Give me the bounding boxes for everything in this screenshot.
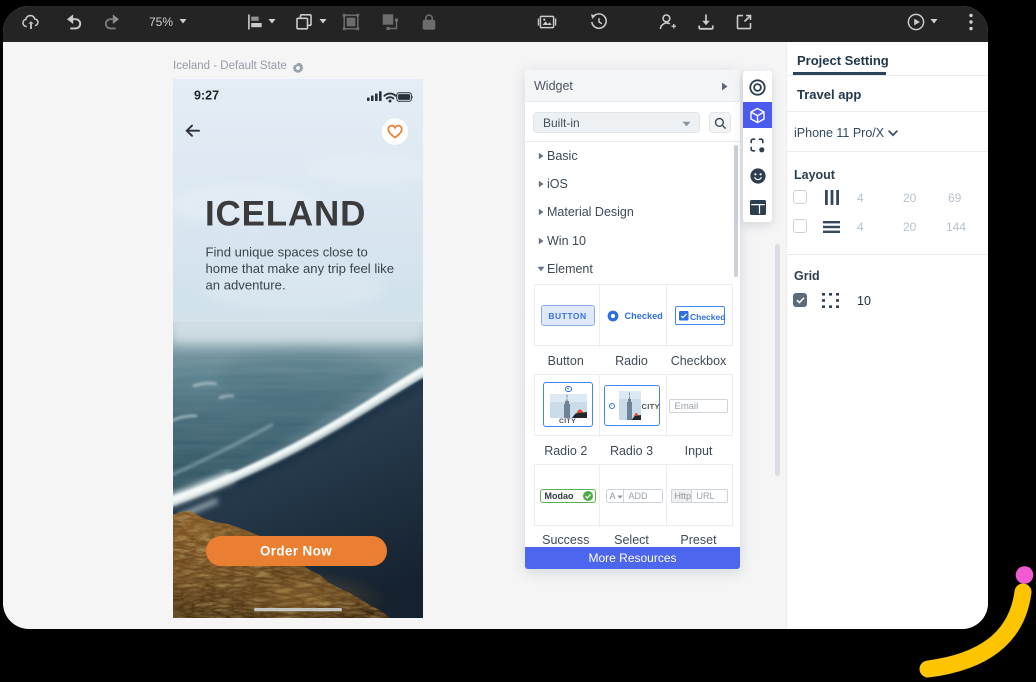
svg-text:home that make any trip feel l: home that make any trip feel like	[206, 261, 395, 276]
svg-text:an adventure.: an adventure.	[206, 278, 286, 293]
svg-text:ICELAND: ICELAND	[205, 195, 366, 234]
svg-text:Order Now: Order Now	[260, 544, 332, 559]
svg-text:Find unique spaces close to: Find unique spaces close to	[206, 245, 368, 260]
svg-text:9:27: 9:27	[194, 89, 219, 103]
